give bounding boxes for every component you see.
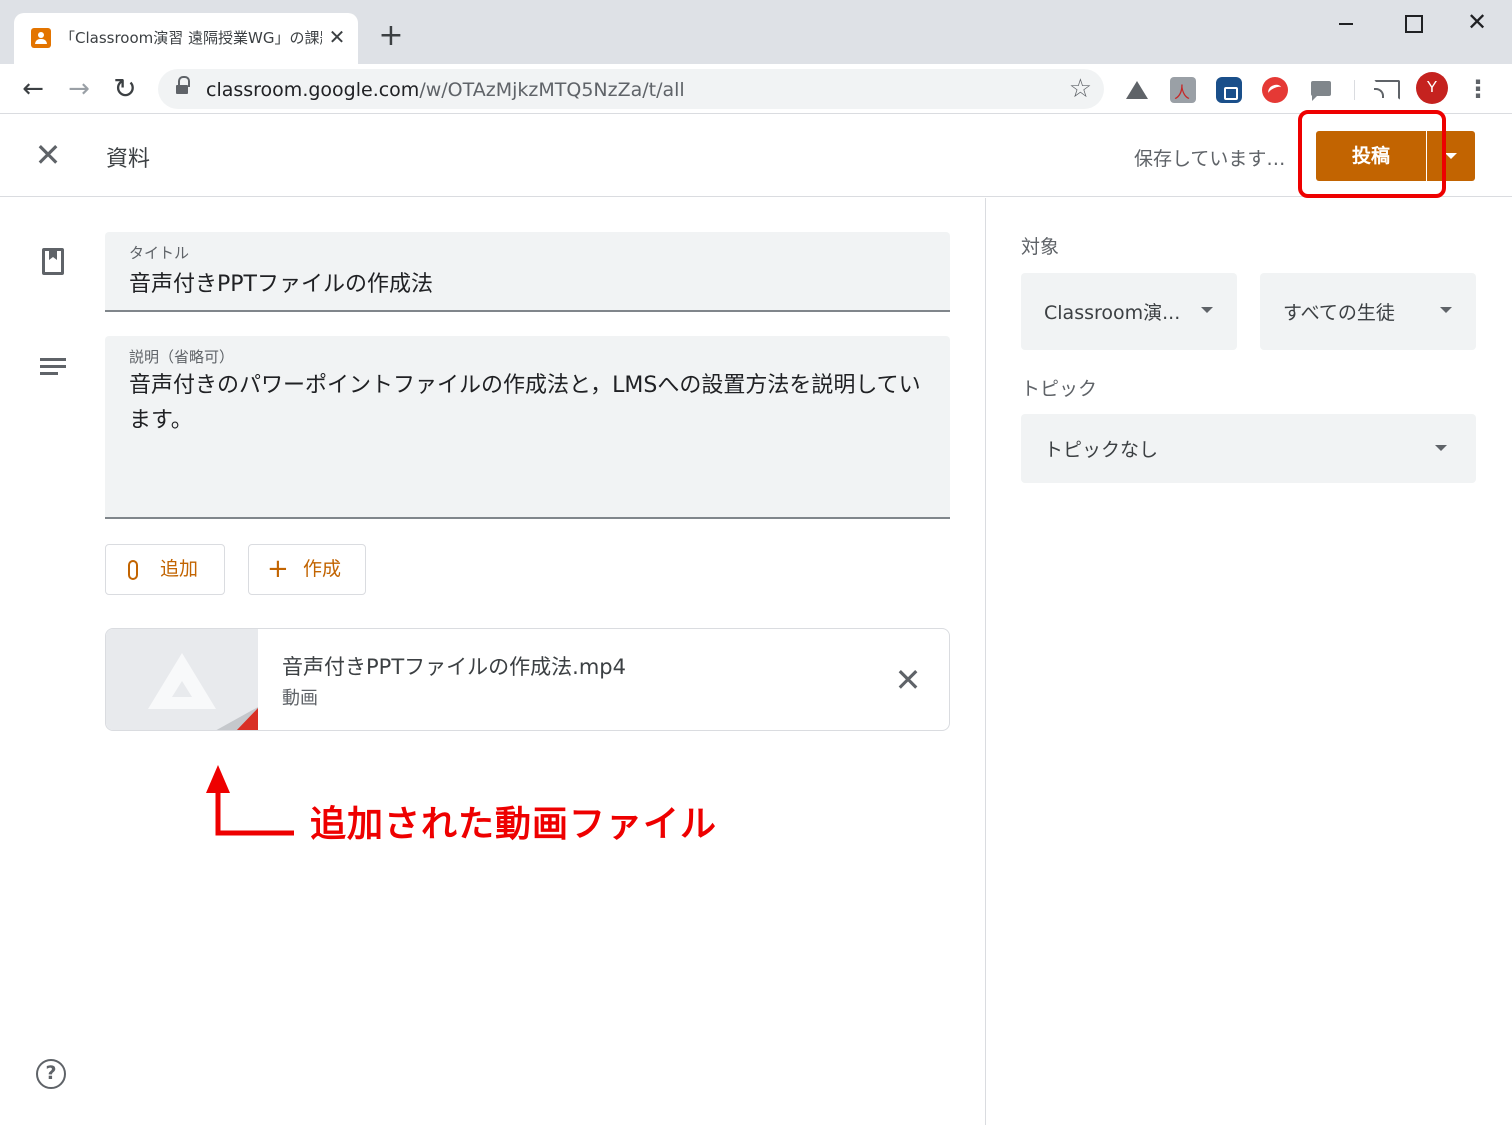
add-button-label: 追加 xyxy=(160,558,199,580)
attachment-thumbnail[interactable] xyxy=(106,629,258,730)
window-close-button[interactable]: ✕ xyxy=(1457,8,1497,38)
window-minimize-button[interactable] xyxy=(1326,8,1366,38)
annotation-text: 追加された動画ファイル xyxy=(310,804,718,845)
app-header: ✕ 資料 保存しています… 投稿 xyxy=(0,115,1512,197)
create-button-label: 作成 xyxy=(303,558,342,580)
description-icon xyxy=(40,358,66,376)
students-select-value: すべての生徒 xyxy=(1283,302,1395,324)
description-icon-line-2 xyxy=(40,365,66,368)
title-input[interactable]: 音声付きPPTファイルの作成法 xyxy=(129,266,433,298)
toolbar-divider xyxy=(1354,80,1355,100)
topic-select[interactable]: トピックなし xyxy=(1021,414,1476,483)
close-icon[interactable]: ✕ xyxy=(30,137,66,173)
post-button[interactable]: 投稿 xyxy=(1316,131,1426,181)
description-input[interactable]: 音声付きのパワーポイントファイルの作成法と，LMSへの設置方法を説明しています。 xyxy=(129,368,929,438)
tab-close-icon[interactable]: ✕ xyxy=(326,26,348,48)
description-icon-line-3 xyxy=(40,372,58,375)
window-maximize-button[interactable] xyxy=(1392,8,1432,38)
lock-icon[interactable] xyxy=(176,76,190,96)
bookmark-icon xyxy=(42,248,64,275)
dropdown-arrow-icon xyxy=(1201,307,1213,313)
plus-icon: + xyxy=(267,554,289,584)
tab-title: 「Classroom演習 遠隔授業WG」の課題 xyxy=(60,29,322,47)
forward-icon[interactable]: → xyxy=(62,72,96,106)
class-select-value: Classroom演... xyxy=(1044,302,1181,324)
url-host: classroom.google.com xyxy=(206,79,420,101)
save-status: 保存しています… xyxy=(1134,148,1286,170)
lock-extension-icon[interactable] xyxy=(1216,77,1242,103)
target-label: 対象 xyxy=(1021,236,1060,258)
description-label: 説明（省略可） xyxy=(129,348,235,366)
main-form: タイトル 音声付きPPTファイルの作成法 説明（省略可） 音声付きのパワーポイン… xyxy=(0,198,985,1125)
topic-select-value: トピックなし xyxy=(1044,439,1159,461)
menu-icon[interactable]: ⋮ xyxy=(1466,72,1490,106)
drive-icon xyxy=(148,653,216,709)
description-field[interactable]: 説明（省略可） 音声付きのパワーポイントファイルの作成法と，LMSへの設置方法を… xyxy=(105,336,950,519)
pdf-extension-icon[interactable] xyxy=(1170,77,1196,103)
attachment-name[interactable]: 音声付きPPTファイルの作成法.mp4 xyxy=(282,651,626,681)
trend-extension-icon[interactable] xyxy=(1262,77,1288,103)
topic-label: トピック xyxy=(1021,378,1098,400)
page-title: 資料 xyxy=(106,147,151,172)
classroom-favicon-icon xyxy=(31,28,51,48)
add-button[interactable]: 追加 xyxy=(105,544,225,595)
dropdown-arrow-icon xyxy=(1435,445,1447,451)
chat-extension-icon[interactable] xyxy=(1308,77,1334,103)
description-icon-line-1 xyxy=(40,358,66,361)
profile-avatar[interactable]: Y xyxy=(1416,72,1448,104)
star-icon[interactable]: ☆ xyxy=(1069,74,1092,104)
annotation-arrow-icon xyxy=(206,765,294,836)
browser-titlebar: 「Classroom演習 遠隔授業WG」の課題 ✕ + ✕ xyxy=(0,0,1512,64)
dropdown-arrow-icon xyxy=(1440,307,1452,313)
paperclip-icon xyxy=(128,560,138,580)
title-field[interactable]: タイトル 音声付きPPTファイルの作成法 xyxy=(105,232,950,312)
video-corner-icon xyxy=(213,707,258,730)
reload-icon[interactable]: ↻ xyxy=(108,72,142,106)
cast-icon[interactable] xyxy=(1372,78,1400,100)
create-button[interactable]: + 作成 xyxy=(248,544,366,595)
url-path: /w/OTAzMjkzMTQ5NzZa/t/all xyxy=(419,79,685,101)
back-icon[interactable]: ← xyxy=(16,72,50,106)
post-options-dropdown[interactable] xyxy=(1427,131,1475,181)
address-bar[interactable]: classroom.google.com/w/OTAzMjkzMTQ5NzZa/… xyxy=(158,69,1104,109)
help-icon[interactable]: ? xyxy=(36,1059,66,1089)
students-select[interactable]: すべての生徒 xyxy=(1260,273,1476,350)
attachment-type: 動画 xyxy=(282,688,318,709)
browser-toolbar: ← → ↻ classroom.google.com/w/OTAzMjkzMTQ… xyxy=(0,64,1512,114)
url-text[interactable]: classroom.google.com/w/OTAzMjkzMTQ5NzZa/… xyxy=(206,79,685,101)
attachment-card[interactable]: 音声付きPPTファイルの作成法.mp4 動画 ✕ xyxy=(105,628,950,731)
settings-panel: 対象 Classroom演... すべての生徒 トピック トピックなし xyxy=(985,198,1512,1125)
remove-attachment-icon[interactable]: ✕ xyxy=(888,660,928,700)
class-select[interactable]: Classroom演... xyxy=(1021,273,1237,350)
drive-extension-icon[interactable] xyxy=(1124,77,1150,103)
new-tab-button[interactable]: + xyxy=(376,21,406,52)
browser-tab[interactable]: 「Classroom演習 遠隔授業WG」の課題 ✕ xyxy=(14,13,358,64)
title-label: タイトル xyxy=(129,244,190,262)
